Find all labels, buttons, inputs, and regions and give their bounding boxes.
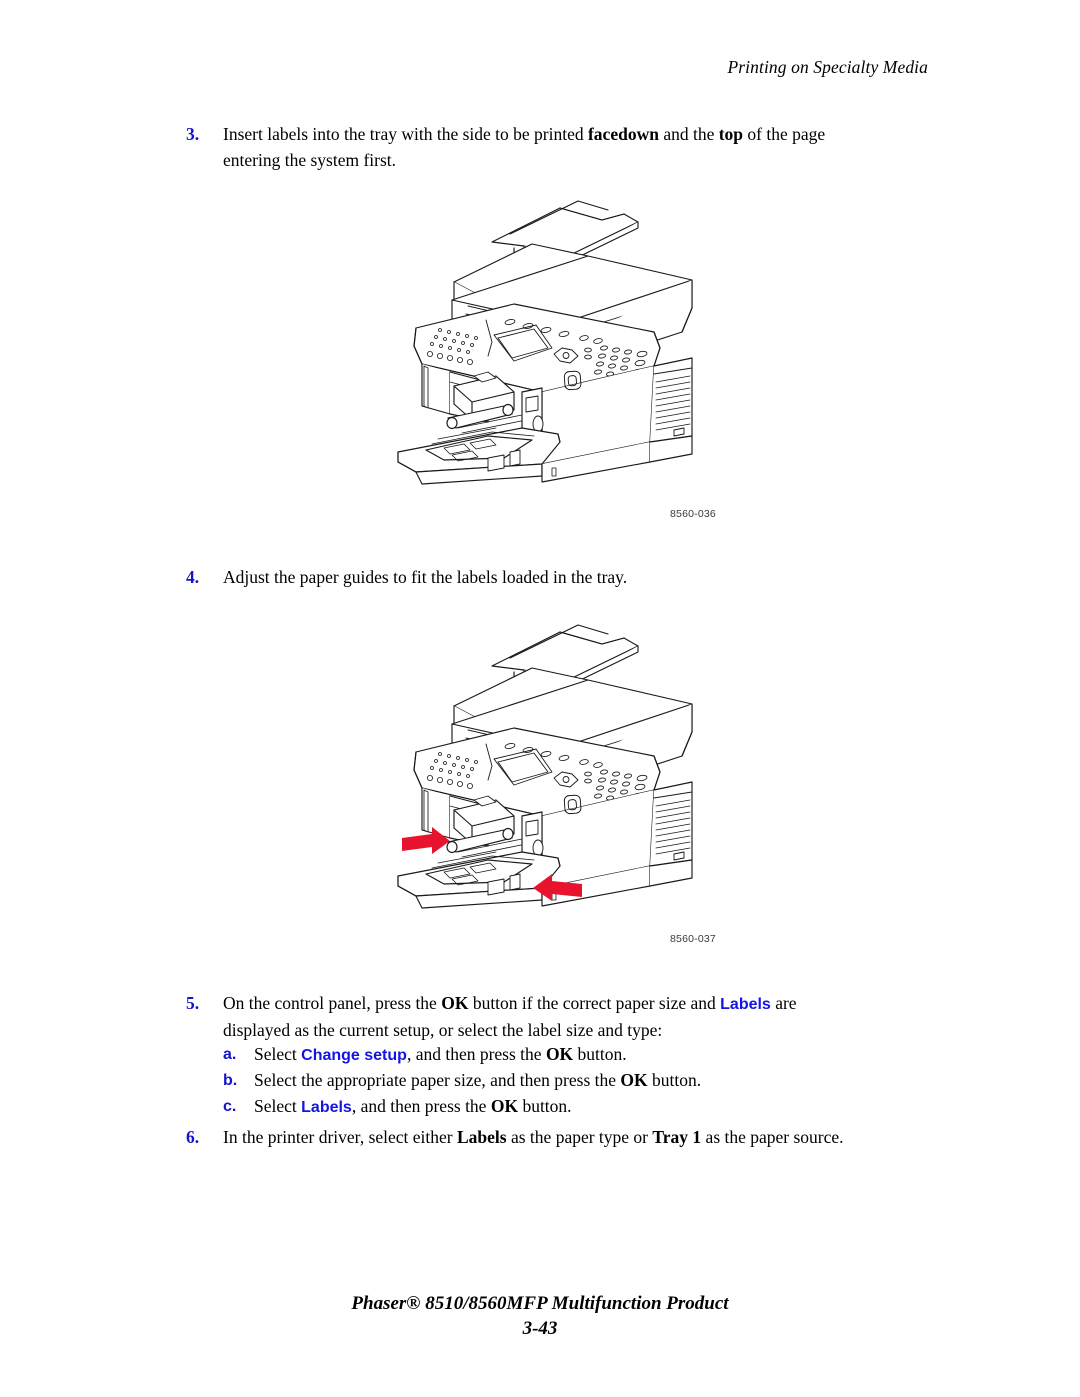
step-5-bold-ok: OK	[441, 993, 469, 1013]
substep-a-letter: a.	[223, 1046, 237, 1063]
step-3-text-pre: Insert labels into the tray with the sid…	[223, 124, 588, 144]
printer-illustration-2	[397, 624, 693, 909]
step-3-number: 3.	[186, 124, 200, 144]
substep-b-text: Select the appropriate paper size, and t…	[254, 1068, 701, 1094]
figure-printer-tray-guides	[392, 620, 732, 920]
step-3-text: Insert labels into the tray with the sid…	[223, 122, 825, 173]
substep-b-pre: Select the appropriate paper size, and t…	[254, 1070, 621, 1090]
printer-illustration-1	[397, 200, 693, 485]
step-4-text: Adjust the paper guides to fit the label…	[223, 567, 628, 587]
step-5-text: On the control panel, press the OK butto…	[223, 991, 797, 1043]
step-3-bold-facedown: facedown	[587, 124, 659, 144]
footer-product-title: Phaser® 8510/8560MFP Multifunction Produ…	[351, 1293, 729, 1314]
substep-a-mid: , and then press the	[406, 1044, 546, 1064]
substep-a-ui-change-setup: Change setup	[301, 1047, 407, 1064]
step-6: 6. In the printer driver, select either …	[186, 1125, 956, 1151]
step-3-text-mid: and the	[658, 124, 719, 144]
footer-page-number: 3-43	[522, 1318, 558, 1339]
step-4: 4. Adjust the paper guides to fit the la…	[186, 565, 926, 591]
step-6-mid: as the paper type or	[506, 1127, 653, 1147]
step-6-bold-labels: Labels	[457, 1127, 507, 1147]
step-6-text: In the printer driver, select either Lab…	[223, 1125, 844, 1151]
figure-printer-tray-open	[392, 196, 732, 496]
step-6-pre: In the printer driver, select either	[223, 1127, 457, 1147]
document-page: Printing on Specialty Media 3. Insert la…	[0, 0, 1080, 1397]
substep-c-ui-labels: Labels	[301, 1099, 352, 1116]
step-6-number: 6.	[186, 1127, 200, 1147]
substep-b: b. Select the appropriate paper size, an…	[223, 1068, 923, 1094]
substep-a-pre: Select	[254, 1044, 302, 1064]
substep-b-bold-ok: OK	[620, 1070, 648, 1090]
substep-c-post: button.	[518, 1096, 572, 1116]
step-4-number: 4.	[186, 567, 200, 587]
figure-2-caption: 8560-037	[670, 933, 716, 945]
substep-c-text: Select Labels, and then press the OK but…	[254, 1094, 572, 1121]
substep-c-pre: Select	[254, 1096, 302, 1116]
substep-c-mid: , and then press the	[351, 1096, 491, 1116]
step-5-ui-labels: Labels	[720, 996, 771, 1013]
substep-a-text: Select Change setup, and then press the …	[254, 1042, 627, 1069]
substep-b-letter: b.	[223, 1072, 238, 1089]
step-3: 3. Insert labels into the tray with the …	[186, 122, 926, 173]
step-5-text-mid: button if the correct paper size and	[468, 993, 721, 1013]
substep-a: a. Select Change setup, and then press t…	[223, 1042, 923, 1069]
running-header: Printing on Specialty Media	[727, 57, 928, 77]
step-6-post: as the paper source.	[701, 1127, 844, 1147]
step-6-bold-tray1: Tray 1	[652, 1127, 702, 1147]
page-footer: Phaser® 8510/8560MFP Multifunction Produ…	[0, 1293, 1080, 1340]
step-5-text-post: are	[770, 993, 797, 1013]
step-3-bold-top: top	[718, 124, 744, 144]
substep-a-bold-ok: OK	[545, 1044, 574, 1064]
figure-1-caption: 8560-036	[670, 508, 716, 520]
substep-a-post: button.	[573, 1044, 627, 1064]
step-5-text-pre: On the control panel, press the	[223, 993, 442, 1013]
substep-c: c. Select Labels, and then press the OK …	[223, 1094, 923, 1121]
substep-c-letter: c.	[223, 1098, 237, 1115]
substep-b-post: button.	[647, 1070, 702, 1090]
step-3-text-line2: entering the system first.	[223, 149, 397, 170]
step-5-text-line2: displayed as the current setup, or selec…	[223, 1019, 663, 1040]
step-5-number: 5.	[186, 993, 200, 1013]
substep-c-bold-ok: OK	[490, 1096, 519, 1116]
step-5: 5. On the control panel, press the OK bu…	[186, 991, 946, 1043]
step-3-text-post: of the page	[743, 124, 826, 144]
